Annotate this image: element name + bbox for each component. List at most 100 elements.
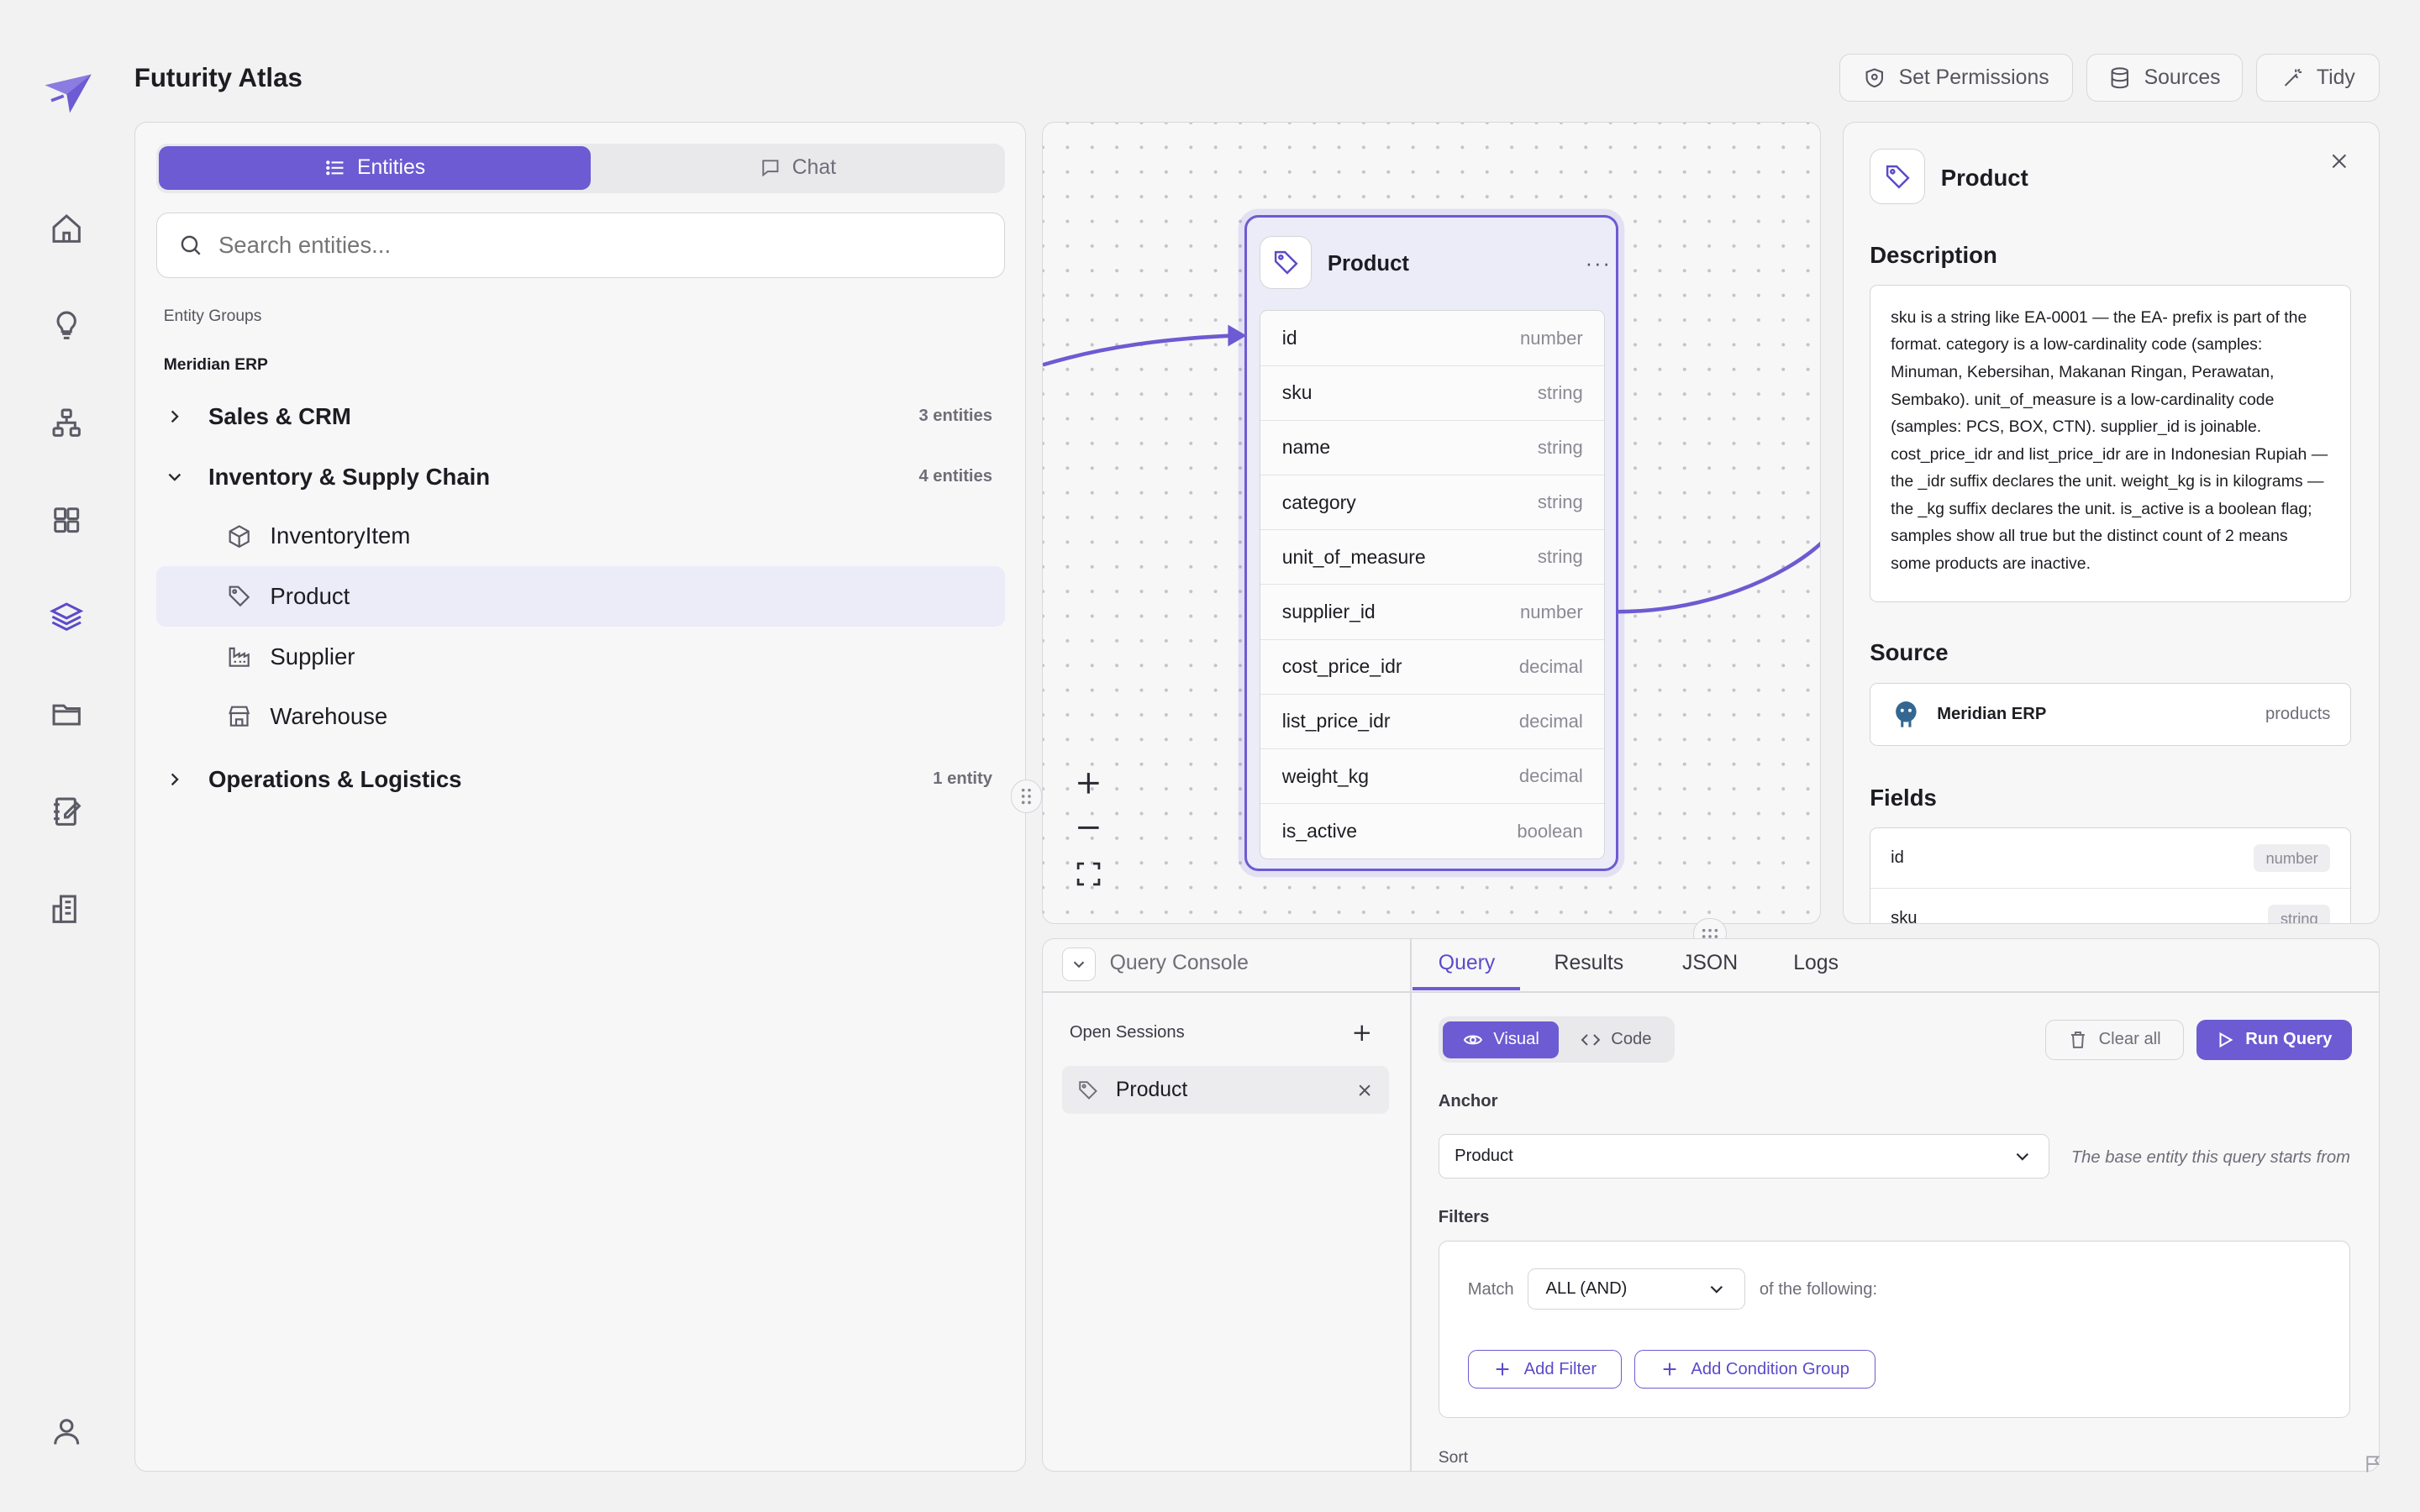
building-icon[interactable] (43, 885, 89, 932)
hierarchy-icon[interactable] (43, 400, 89, 446)
grid-icon[interactable] (43, 496, 89, 543)
field-type: number (1520, 327, 1583, 349)
field-row[interactable]: id number (1870, 828, 2351, 890)
user-icon[interactable] (43, 1409, 89, 1455)
tidy-button[interactable]: Tidy (2256, 54, 2381, 102)
group-operations-logistics[interactable]: Operations & Logistics 1 entity (164, 762, 992, 795)
run-query-button[interactable]: Run Query (2196, 1020, 2353, 1060)
fit-view-icon[interactable] (1075, 860, 1102, 888)
group-sales-crm[interactable]: Sales & CRM 3 entities (164, 400, 992, 433)
tab-query[interactable]: Query (1439, 952, 1495, 975)
store-icon (229, 706, 250, 727)
group-inventory-supply-chain[interactable]: Inventory & Supply Chain 4 entities (164, 459, 992, 493)
description-heading: Description (1870, 241, 1997, 268)
mode-visual-button[interactable]: Visual (1443, 1021, 1560, 1058)
source-box[interactable]: Meridian ERP products (1870, 682, 2352, 747)
field-name: sku (1281, 381, 1313, 404)
source-table: products (2265, 704, 2331, 723)
node-field-row[interactable]: cost_price_idr decimal (1260, 639, 1605, 695)
node-field-row[interactable]: sku string (1260, 365, 1605, 421)
add-condition-group-button[interactable]: Add Condition Group (1634, 1350, 1876, 1389)
match-suffix: of the following: (1759, 1280, 1878, 1299)
zoom-in-icon[interactable] (1073, 768, 1104, 801)
tab-results[interactable]: Results (1555, 952, 1624, 975)
home-icon[interactable] (43, 205, 89, 251)
tab-json[interactable]: JSON (1682, 952, 1738, 975)
match-select[interactable]: ALL (AND) (1528, 1268, 1746, 1310)
entity-item-warehouse[interactable]: Warehouse (156, 686, 1005, 747)
mode-code-label: Code (1611, 1030, 1652, 1049)
entity-item-supplier[interactable]: Supplier (156, 627, 1005, 687)
chevron-down-icon (1073, 961, 1085, 969)
node-field-row[interactable]: category string (1260, 475, 1605, 531)
source-label: Meridian ERP (163, 356, 268, 375)
node-field-list: id number sku string name string category st… (1260, 310, 1606, 860)
anchor-value: Product (1455, 1147, 1513, 1166)
node-field-row[interactable]: is_active boolean (1260, 804, 1605, 859)
description-box: sku is a string like EA-0001 — the EA- p… (1870, 284, 2352, 603)
sources-button[interactable]: Sources (2086, 54, 2243, 102)
entity-groups-label: Entity Groups (163, 307, 262, 325)
details-title: Product (1940, 164, 2028, 191)
field-row[interactable]: sku string (1870, 889, 2350, 924)
entity-item-product[interactable]: Product (155, 566, 1005, 627)
node-more-icon[interactable]: ··· (1586, 252, 1612, 276)
group-count: 3 entities (918, 407, 992, 426)
add-session-icon[interactable] (1350, 1021, 1374, 1045)
fields-list: id number sku string (1870, 827, 2352, 924)
tab-chat-label: Chat (792, 156, 837, 180)
search-input[interactable] (218, 232, 960, 260)
zoom-out-icon[interactable] (1073, 812, 1104, 843)
tab-chat[interactable]: Chat (594, 146, 1002, 189)
console-divider (1409, 938, 1412, 1472)
close-icon[interactable] (1356, 1082, 1373, 1099)
lightbulb-icon[interactable] (43, 302, 89, 349)
console-collapse-button[interactable] (1061, 947, 1097, 982)
clear-all-button[interactable]: Clear all (2044, 1020, 2184, 1060)
clear-all-label: Clear all (2098, 1030, 2161, 1049)
tab-entities[interactable]: Entities (159, 146, 592, 190)
set-permissions-button[interactable]: Set Permissions (1839, 54, 2073, 102)
node-field-row[interactable]: supplier_id number (1260, 585, 1605, 640)
notebook-icon[interactable] (43, 789, 89, 835)
node-field-row[interactable]: weight_kg decimal (1260, 748, 1605, 805)
entity-item-inventoryitem[interactable]: InventoryItem (156, 506, 1005, 566)
field-name: weight_kg (1281, 764, 1370, 787)
group-name: Inventory & Supply Chain (208, 463, 491, 490)
search-box[interactable] (155, 213, 1005, 278)
anchor-select[interactable]: Product (1438, 1133, 2050, 1179)
entity-node-product[interactable]: Product ··· id number sku string name strin… (1244, 215, 1618, 871)
node-field-row[interactable]: name string (1260, 420, 1605, 476)
feedback-flag-icon[interactable] (2363, 1453, 2385, 1475)
panel-resize-handle[interactable] (1011, 779, 1042, 813)
node-field-row[interactable]: id number (1260, 311, 1605, 366)
entity-item-label: Warehouse (270, 703, 388, 730)
filters-box (1438, 1240, 2351, 1418)
close-icon[interactable] (2328, 150, 2350, 172)
tag-icon (1886, 165, 1910, 189)
chevron-down-icon (1711, 1285, 1723, 1294)
plus-icon (1496, 1362, 1509, 1376)
graph-canvas[interactable]: Product ··· id number sku string name strin… (1041, 122, 1822, 925)
tab-logs[interactable]: Logs (1793, 952, 1839, 975)
group-count: 4 entities (918, 467, 992, 486)
field-type: string (1537, 381, 1583, 403)
chat-icon (762, 160, 779, 177)
node-field-row[interactable]: list_price_idr decimal (1260, 694, 1605, 749)
field-name: category (1281, 491, 1356, 513)
play-icon (2219, 1032, 2233, 1048)
postgres-icon (1896, 701, 1917, 727)
field-name: id (1281, 327, 1297, 349)
app-logo[interactable] (42, 70, 94, 116)
layers-icon[interactable] (43, 594, 89, 640)
node-field-row[interactable]: unit_of_measure string (1260, 530, 1605, 585)
add-filter-button[interactable]: Add Filter (1467, 1350, 1623, 1389)
field-name: sku (1891, 909, 1918, 925)
session-item[interactable]: Product (1061, 1066, 1390, 1115)
tag-icon (1079, 1081, 1097, 1100)
list-icon (326, 160, 344, 176)
factory-icon (229, 647, 250, 667)
chevron-right-icon (171, 410, 179, 423)
folder-icon[interactable] (43, 691, 89, 738)
mode-code-button[interactable]: Code (1562, 1021, 1670, 1058)
